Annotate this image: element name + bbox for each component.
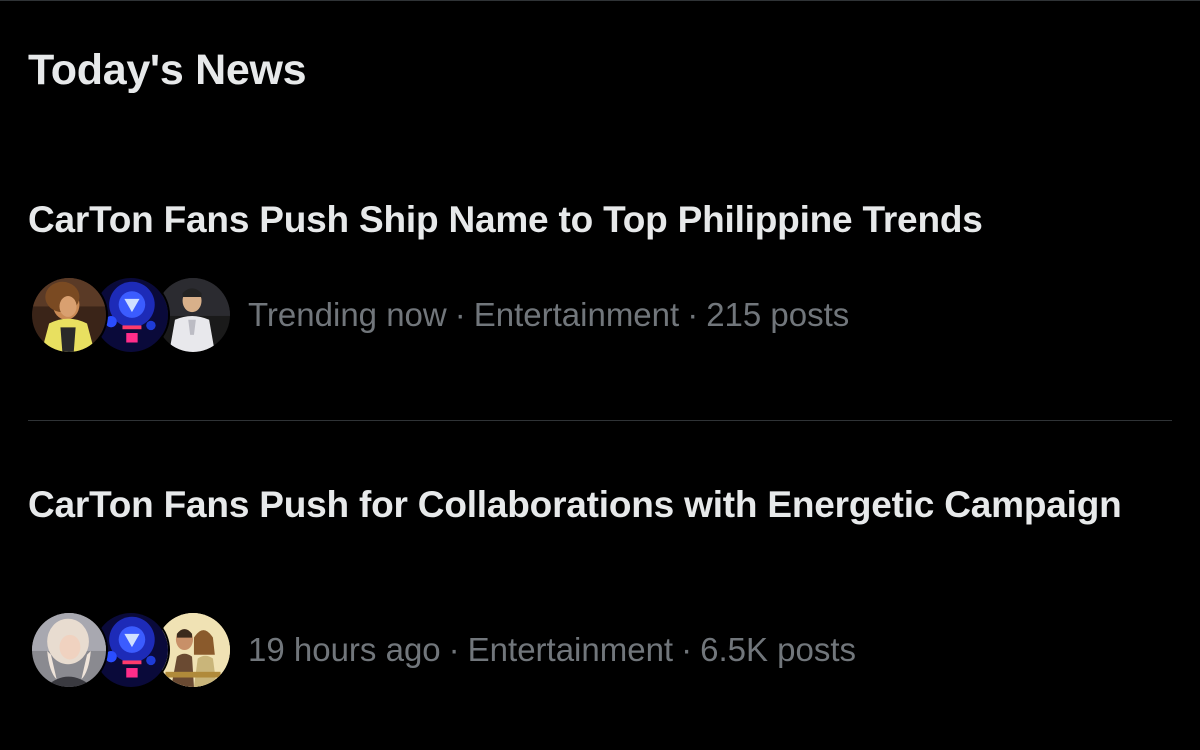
- news-time: Trending now: [248, 296, 447, 333]
- news-headline[interactable]: CarTon Fans Push for Collaborations with…: [28, 480, 1128, 530]
- news-category[interactable]: Entertainment: [474, 296, 679, 333]
- news-time: 19 hours ago: [248, 631, 441, 668]
- section-title: Today's News: [28, 46, 307, 94]
- news-item[interactable]: CarTon Fans Push Ship Name to Top Philip…: [0, 190, 1200, 420]
- news-category[interactable]: Entertainment: [468, 631, 673, 668]
- avatar-stack: [30, 274, 232, 356]
- avatar-stack: [30, 609, 232, 691]
- separator: ·: [454, 296, 466, 333]
- separator: ·: [681, 631, 693, 668]
- news-meta: 19 hours ago · Entertainment · 6.5K posts: [248, 630, 856, 670]
- avatar-woman-yellow-jacket-image: [32, 278, 106, 352]
- avatar: [30, 611, 108, 689]
- avatar-woman-blonde-image: [32, 613, 106, 687]
- news-post-count: 215 posts: [706, 296, 850, 333]
- news-headline[interactable]: CarTon Fans Push Ship Name to Top Philip…: [28, 195, 1128, 245]
- news-item[interactable]: CarTon Fans Push for Collaborations with…: [0, 475, 1200, 715]
- news-meta-row: Trending now · Entertainment · 215 posts: [30, 274, 849, 356]
- top-border: [0, 0, 1200, 1]
- avatar: [30, 276, 108, 354]
- separator: ·: [448, 631, 460, 668]
- separator: ·: [687, 296, 699, 333]
- news-meta: Trending now · Entertainment · 215 posts: [248, 295, 849, 335]
- news-meta-row: 19 hours ago · Entertainment · 6.5K posts: [30, 609, 856, 691]
- divider: [28, 420, 1172, 421]
- news-post-count: 6.5K posts: [700, 631, 857, 668]
